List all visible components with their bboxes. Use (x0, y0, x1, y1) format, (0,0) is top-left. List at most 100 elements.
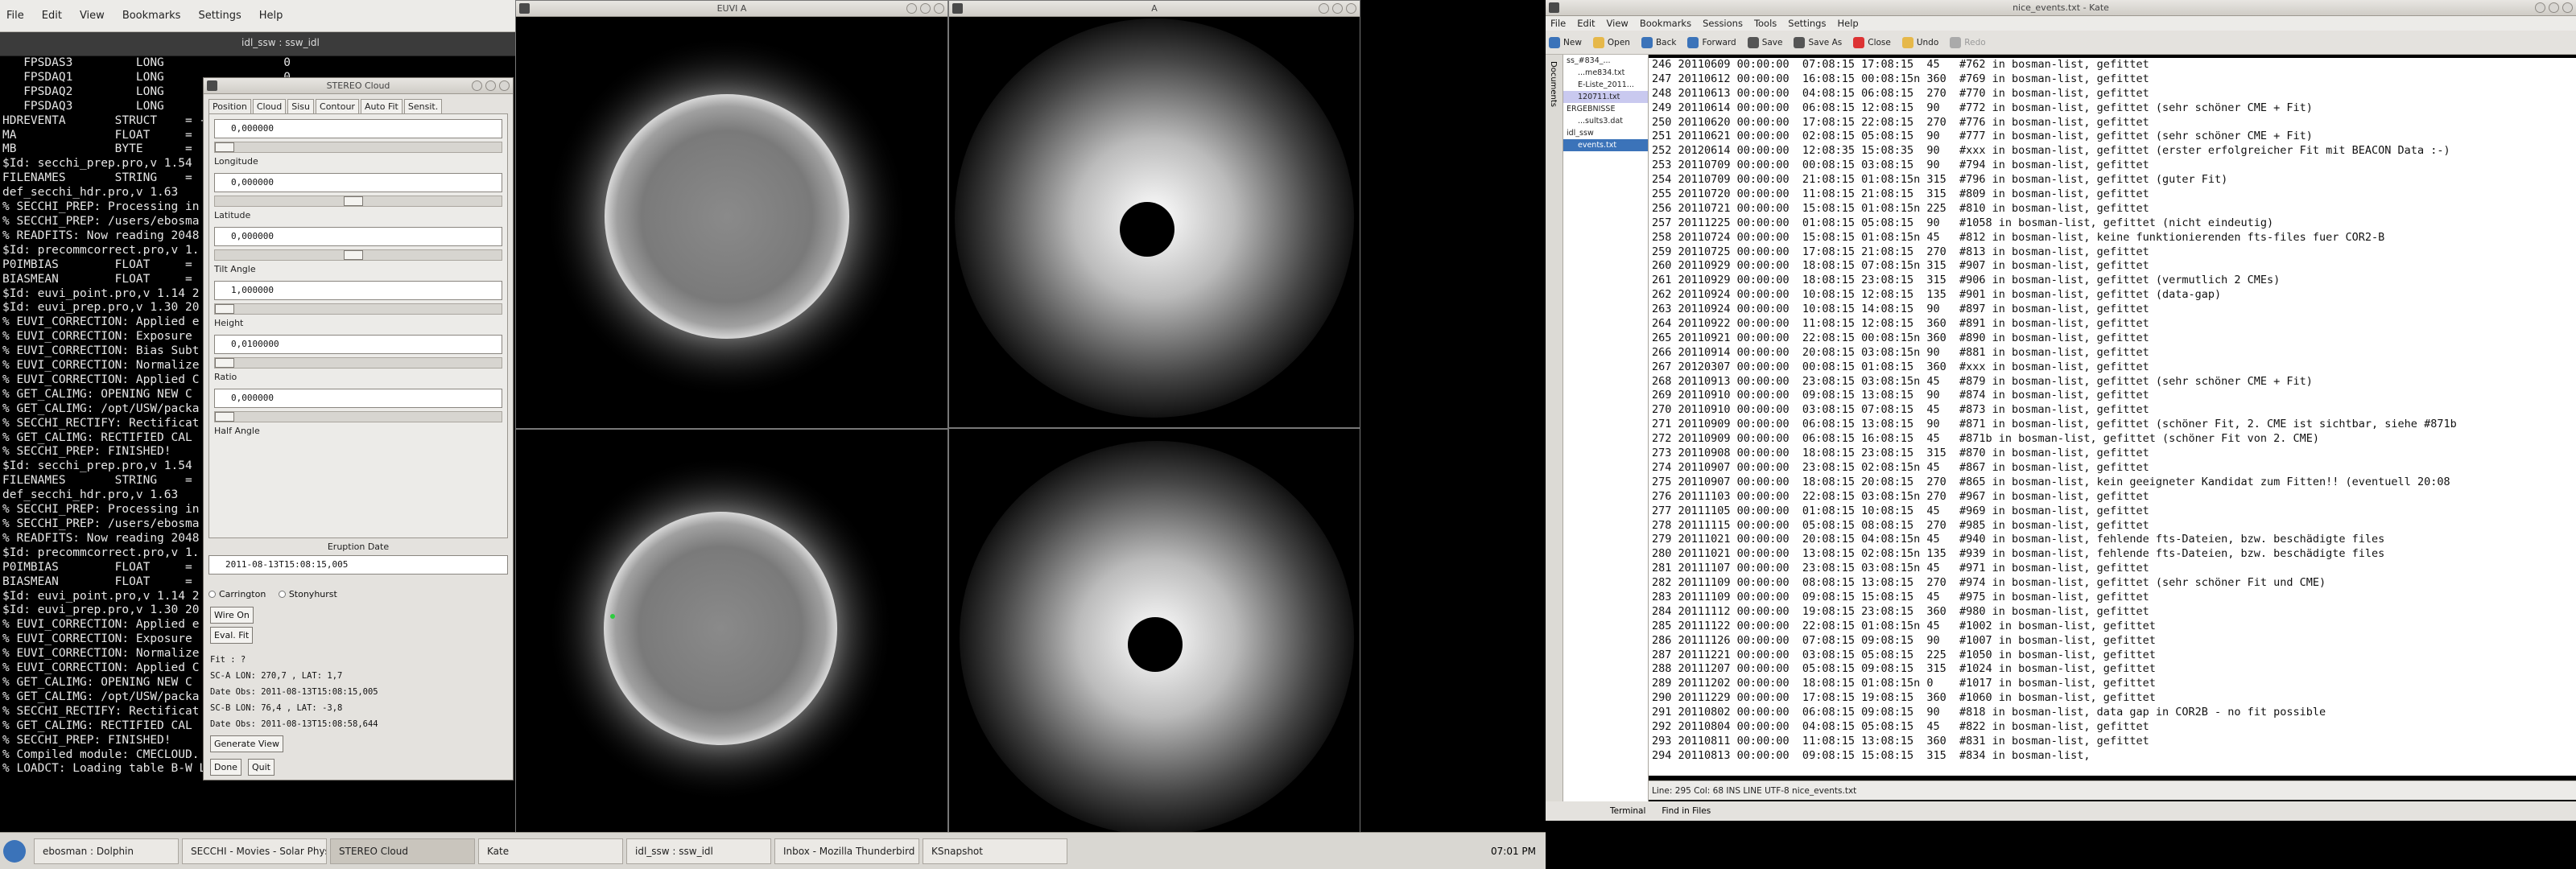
taskbar-item[interactable]: SECCHI - Movies - Solar Physics (182, 838, 327, 864)
maximize-icon[interactable] (2549, 2, 2559, 13)
editor-line[interactable]: 276 20111103 00:00:00 22:08:15 03:08:15n… (1649, 490, 2576, 505)
documents-tab[interactable]: Documents (1549, 61, 1558, 107)
editor-line[interactable]: 292 20110804 00:00:00 04:08:15 05:08:15 … (1649, 720, 2576, 735)
toolbar-redo[interactable]: Redo (1950, 36, 1986, 48)
editor-line[interactable]: 285 20111122 00:00:00 22:08:15 01:08:15n… (1649, 620, 2576, 634)
tree-item[interactable]: ...sults3.dat (1563, 115, 1648, 127)
slider-thumb[interactable] (344, 196, 364, 206)
tab-contour[interactable]: Contour (316, 99, 359, 113)
editor-line[interactable]: 258 20110724 00:00:00 15:08:15 01:08:15n… (1649, 231, 2576, 245)
toolbar-forward[interactable]: Forward (1687, 36, 1736, 48)
tab-autofit[interactable]: Auto Fit (360, 99, 402, 113)
close-icon[interactable] (2562, 2, 2573, 13)
maximize-icon[interactable] (485, 80, 496, 91)
euvi-titlebar[interactable]: EUVI A (516, 1, 947, 17)
terminal-tab[interactable]: Terminal (1610, 806, 1645, 816)
editor-line[interactable]: 256 20110721 00:00:00 15:08:15 01:08:15n… (1649, 202, 2576, 216)
editor-line[interactable]: 282 20111109 00:00:00 08:08:15 13:08:15 … (1649, 576, 2576, 591)
tab-cloud[interactable]: Cloud (252, 99, 287, 113)
tree-item[interactable]: ss_#834_... (1563, 55, 1648, 67)
field-value[interactable]: 0,000000 (214, 119, 502, 138)
editor-line[interactable]: 262 20110924 00:00:00 10:08:15 12:08:15 … (1649, 288, 2576, 303)
radio-carrington[interactable]: Carrington (208, 589, 266, 599)
toolbar-close[interactable]: Close (1853, 36, 1891, 48)
kate-menu-view[interactable]: View (1607, 18, 1629, 29)
tree-item[interactable]: 120711.txt (1563, 91, 1648, 103)
field-slider[interactable] (214, 411, 502, 422)
toolbar-undo[interactable]: Undo (1901, 36, 1938, 48)
toolbar-save-as[interactable]: Save As (1794, 36, 1842, 48)
slider-thumb[interactable] (215, 412, 234, 422)
editor-line[interactable]: 259 20110725 00:00:00 17:08:15 21:08:15 … (1649, 245, 2576, 260)
close-icon[interactable] (934, 3, 944, 14)
taskbar-item[interactable]: STEREO Cloud (330, 838, 475, 864)
eval-fit-button[interactable]: Eval. Fit (210, 627, 254, 644)
editor-line[interactable]: 249 20110614 00:00:00 06:08:15 12:08:15 … (1649, 101, 2576, 116)
editor-line[interactable]: 281 20111107 00:00:00 23:08:15 03:08:15n… (1649, 562, 2576, 576)
window-menu-icon[interactable] (207, 80, 217, 91)
tree-item[interactable]: E-Liste_2011... (1563, 79, 1648, 91)
menu-view[interactable]: View (80, 10, 105, 22)
field-value[interactable]: 0,000000 (214, 389, 502, 408)
editor-line[interactable]: 279 20111021 00:00:00 20:08:15 04:08:15n… (1649, 533, 2576, 547)
taskbar-item[interactable]: KSnapshot (923, 838, 1067, 864)
editor-line[interactable]: 286 20111126 00:00:00 07:08:15 09:08:15 … (1649, 634, 2576, 649)
editor-line[interactable]: 293 20110811 00:00:00 11:08:15 13:08:15 … (1649, 735, 2576, 749)
kate-menu-edit[interactable]: Edit (1577, 18, 1595, 29)
menu-edit[interactable]: Edit (42, 10, 62, 22)
editor-line[interactable]: 253 20110709 00:00:00 00:08:15 03:08:15 … (1649, 159, 2576, 173)
editor-line[interactable]: 248 20110613 00:00:00 04:08:15 06:08:15 … (1649, 87, 2576, 101)
editor-line[interactable]: 275 20110907 00:00:00 18:08:15 20:08:15 … (1649, 476, 2576, 490)
editor-line[interactable]: 291 20110802 00:00:00 06:08:15 09:08:15 … (1649, 706, 2576, 720)
find-in-files-tab[interactable]: Find in Files (1662, 806, 1711, 816)
euvi-images[interactable] (516, 17, 947, 841)
taskbar-item[interactable]: Inbox - Mozilla Thunderbird (774, 838, 919, 864)
editor-line[interactable]: 247 20110612 00:00:00 16:08:15 00:08:15n… (1649, 72, 2576, 87)
slider-thumb[interactable] (215, 358, 234, 368)
taskbar-item[interactable]: ebosman : Dolphin (34, 838, 179, 864)
editor-line[interactable]: 252 20120614 00:00:00 12:08:35 15:08:35 … (1649, 144, 2576, 159)
field-value[interactable]: 1,000000 (214, 281, 502, 300)
editor-line[interactable]: 284 20111112 00:00:00 19:08:15 23:08:15 … (1649, 605, 2576, 620)
slider-thumb[interactable] (344, 250, 364, 260)
editor-line[interactable]: 290 20111229 00:00:00 17:08:15 19:08:15 … (1649, 691, 2576, 706)
field-value[interactable]: 0,0100000 (214, 335, 502, 354)
editor-line[interactable]: 274 20110907 00:00:00 23:08:15 02:08:15n… (1649, 461, 2576, 476)
toolbar-back[interactable]: Back (1641, 36, 1676, 48)
field-slider[interactable] (214, 357, 502, 369)
editor-line[interactable]: 257 20111225 00:00:00 01:08:15 05:08:15 … (1649, 216, 2576, 231)
field-slider[interactable] (214, 196, 502, 207)
editor-line[interactable]: 283 20111109 00:00:00 09:08:15 15:08:15 … (1649, 591, 2576, 605)
editor-line[interactable]: 254 20110709 00:00:00 21:08:15 01:08:15n… (1649, 173, 2576, 187)
window-menu-icon[interactable] (519, 3, 530, 14)
wire-on-button[interactable]: Wire On (210, 607, 254, 624)
editor-line[interactable]: 289 20111202 00:00:00 18:08:15 01:08:15n… (1649, 677, 2576, 691)
field-slider[interactable] (214, 303, 502, 315)
kate-menu-sessions[interactable]: Sessions (1703, 18, 1743, 29)
field-slider[interactable] (214, 249, 502, 261)
menu-help[interactable]: Help (259, 10, 283, 22)
field-value[interactable]: 0,000000 (214, 227, 502, 246)
slider-thumb[interactable] (215, 142, 234, 152)
radio-stonyhurst[interactable]: Stonyhurst (278, 589, 337, 599)
tab-position[interactable]: Position (208, 99, 251, 113)
editor-line[interactable]: 270 20110910 00:00:00 03:08:15 07:08:15 … (1649, 403, 2576, 418)
stereo-cloud-titlebar[interactable]: STEREO Cloud (204, 78, 513, 94)
cor2-titlebar[interactable]: A (949, 1, 1360, 17)
generate-view-button[interactable]: Generate View (210, 735, 283, 752)
tree-item[interactable]: ...me834.txt (1563, 67, 1648, 79)
editor-line[interactable]: 250 20110620 00:00:00 17:08:15 22:08:15 … (1649, 116, 2576, 130)
kde-menu-icon[interactable] (3, 839, 26, 863)
clock[interactable]: 07:01 PM (1491, 846, 1536, 857)
tree-item[interactable]: events.txt (1563, 139, 1648, 151)
editor-line[interactable]: 273 20110908 00:00:00 18:08:15 23:08:15 … (1649, 447, 2576, 461)
editor-line[interactable]: 265 20110921 00:00:00 22:08:15 00:08:15n… (1649, 332, 2576, 346)
quit-button[interactable]: Quit (247, 759, 275, 776)
eruption-date-field[interactable]: 2011-08-13T15:08:15,005 (208, 555, 508, 575)
tab-sensit[interactable]: Sensit. (403, 99, 443, 113)
kate-menu-tools[interactable]: Tools (1754, 18, 1777, 29)
menu-file[interactable]: File (6, 10, 24, 22)
editor-line[interactable]: 278 20111115 00:00:00 05:08:15 08:08:15 … (1649, 519, 2576, 533)
maximize-icon[interactable] (920, 3, 931, 14)
editor-line[interactable]: 280 20111021 00:00:00 13:08:15 02:08:15n… (1649, 547, 2576, 562)
